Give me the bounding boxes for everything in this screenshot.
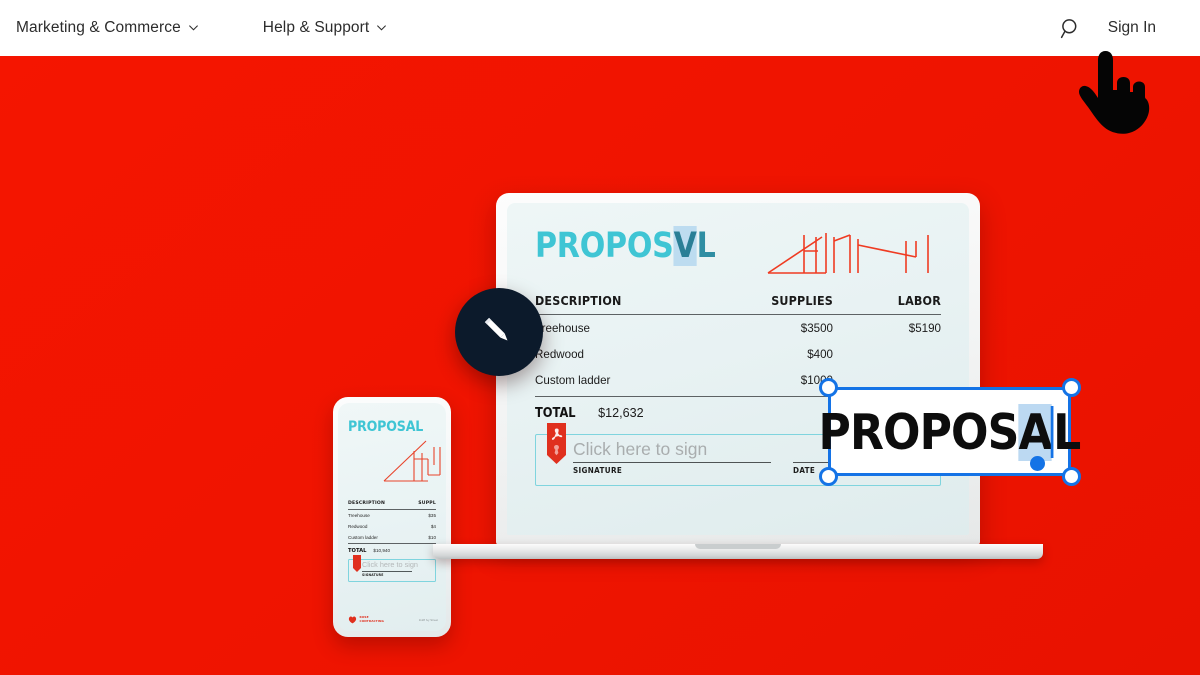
cell-supplies: $400 — [807, 348, 833, 361]
column-header-labor: LABOR — [897, 293, 941, 308]
phone-table-header: DESCRIPTION SUPPL — [348, 501, 436, 510]
phone-cell-description: Treehouse — [348, 512, 370, 518]
laptop-notch — [695, 544, 781, 549]
cell-supplies: $3500 — [800, 322, 833, 335]
phone-table-row: Custom ladder $10 — [348, 531, 436, 542]
text-before-selection: PROPOS — [818, 403, 1020, 461]
phone-cell-description: Custom ladder — [348, 534, 378, 540]
phone-cell-supplies: $4 — [430, 523, 436, 529]
chevron-down-icon — [376, 22, 387, 33]
screenshot-root: Marketing & Commerce Help & Support Sign — [0, 0, 1200, 675]
nav-item-help-and-support[interactable]: Help & Support — [263, 19, 388, 37]
text-anchor-handle[interactable] — [1030, 456, 1045, 471]
resize-handle-bottom-left[interactable] — [818, 466, 838, 486]
pencil-icon — [484, 317, 508, 341]
phone-total-label: TOTAL — [348, 547, 367, 554]
treehouse-line-sketch-icon — [767, 233, 929, 274]
laptop-mockup: PROPOSVL DESCRIPTION SUPPLIES LABOR Tree… — [433, 193, 1043, 559]
phone-total-value: $10,940 — [373, 547, 391, 553]
phone-table-row: Treehouse $35 — [348, 510, 436, 521]
cell-labor: $5190 — [908, 322, 941, 335]
proposal-document: PROPOSVL DESCRIPTION SUPPLIES LABOR Tree… — [507, 203, 969, 535]
nav-item-label: Help & Support — [262, 19, 370, 36]
adobe-pdf-ribbon-icon — [353, 554, 361, 572]
table-row: Redwood $400 — [535, 341, 941, 367]
signature-caption: SIGNATURE — [573, 465, 623, 475]
phone-cell-supplies: $35 — [428, 512, 436, 518]
cell-description: Custom ladder — [535, 374, 611, 387]
laptop-screen: PROPOSVL DESCRIPTION SUPPLIES LABOR Tree… — [507, 203, 969, 535]
phone-screen: PROPOSAL DESCRIPTION SUPPL Treehouse $35… — [338, 403, 446, 631]
document-title-tail: L — [696, 226, 716, 266]
phone-footer-logo-text: ROSE CONTRACTING — [359, 615, 385, 623]
phone-cell-supplies: $10 — [428, 534, 436, 540]
resize-handle-top-right[interactable] — [1061, 377, 1081, 397]
cell-description: Redwood — [535, 348, 584, 361]
total-label: TOTAL — [535, 406, 576, 421]
nav-left-group: Marketing & Commerce Help & Support — [0, 19, 387, 37]
document-title: PROPOSVL — [535, 226, 716, 266]
phone-col-description: DESCRIPTION — [348, 501, 386, 506]
nav-right-group: Sign In — [1060, 17, 1156, 39]
phone-footer-address: 1128 Ivy Street — [418, 617, 438, 622]
document-header: PROPOSVL — [535, 226, 941, 277]
phone-signature-field[interactable]: Click here to sign SIGNATURE — [348, 554, 436, 582]
phone-total-row: TOTAL $10,940 — [348, 544, 436, 554]
search-icon[interactable] — [1060, 17, 1082, 39]
table-row: Treehouse $3500 $5190 — [535, 315, 941, 341]
edit-pencil-button[interactable] — [455, 288, 543, 376]
column-header-supplies: SUPPLIES — [771, 293, 833, 308]
phone-signature-caption: SIGNATURE — [362, 572, 384, 577]
company-logo-icon — [348, 616, 357, 624]
document-title-main: PROPOS — [535, 226, 674, 266]
column-header-description: DESCRIPTION — [535, 293, 622, 308]
phone-table: DESCRIPTION SUPPL Treehouse $35 Redwood … — [348, 501, 436, 554]
phone-footer-logo: ROSE CONTRACTING — [348, 615, 384, 624]
treehouse-line-sketch-icon — [383, 440, 441, 482]
document-title-selected-char: V — [673, 226, 697, 266]
table-header-row: DESCRIPTION SUPPLIES LABOR — [535, 293, 941, 315]
sign-in-link[interactable]: Sign In — [1108, 19, 1156, 37]
total-value: $12,632 — [598, 406, 644, 420]
phone-cell-description: Redwood — [348, 523, 368, 529]
laptop-base — [433, 544, 1043, 559]
cell-supplies: $1000 — [800, 374, 833, 387]
phone-col-supplies: SUPPL — [418, 501, 436, 506]
resize-handle-bottom-right[interactable] — [1061, 466, 1081, 486]
logo-line-2: CONTRACTING — [359, 618, 384, 623]
nav-item-label: Marketing & Commerce — [16, 19, 181, 36]
nav-item-marketing-and-commerce[interactable]: Marketing & Commerce — [16, 19, 199, 37]
phone-signature-rule — [362, 570, 413, 572]
selected-text-box[interactable]: PROPOSAL — [818, 377, 1081, 486]
chevron-down-icon — [188, 22, 199, 33]
signature-column: SIGNATURE — [573, 461, 771, 475]
phone-document-title: PROPOSAL — [348, 419, 424, 435]
adobe-pdf-ribbon-icon — [547, 423, 566, 464]
phone-table-row: Redwood $4 — [348, 520, 436, 531]
text-box-content: PROPOSAL — [818, 403, 1081, 461]
phone-mockup: PROPOSAL DESCRIPTION SUPPL Treehouse $35… — [333, 397, 451, 637]
phone-footer: ROSE CONTRACTING 1128 Ivy Street — [348, 615, 438, 624]
phone-signature-placeholder: Click here to sign — [362, 559, 418, 569]
text-selection: A — [1018, 403, 1053, 461]
signature-rule — [573, 461, 771, 463]
text-after-selection: L — [1053, 403, 1081, 461]
cell-description: Treehouse — [535, 322, 590, 335]
top-navigation-bar: Marketing & Commerce Help & Support Sign — [0, 0, 1200, 56]
resize-handle-top-left[interactable] — [818, 377, 838, 397]
